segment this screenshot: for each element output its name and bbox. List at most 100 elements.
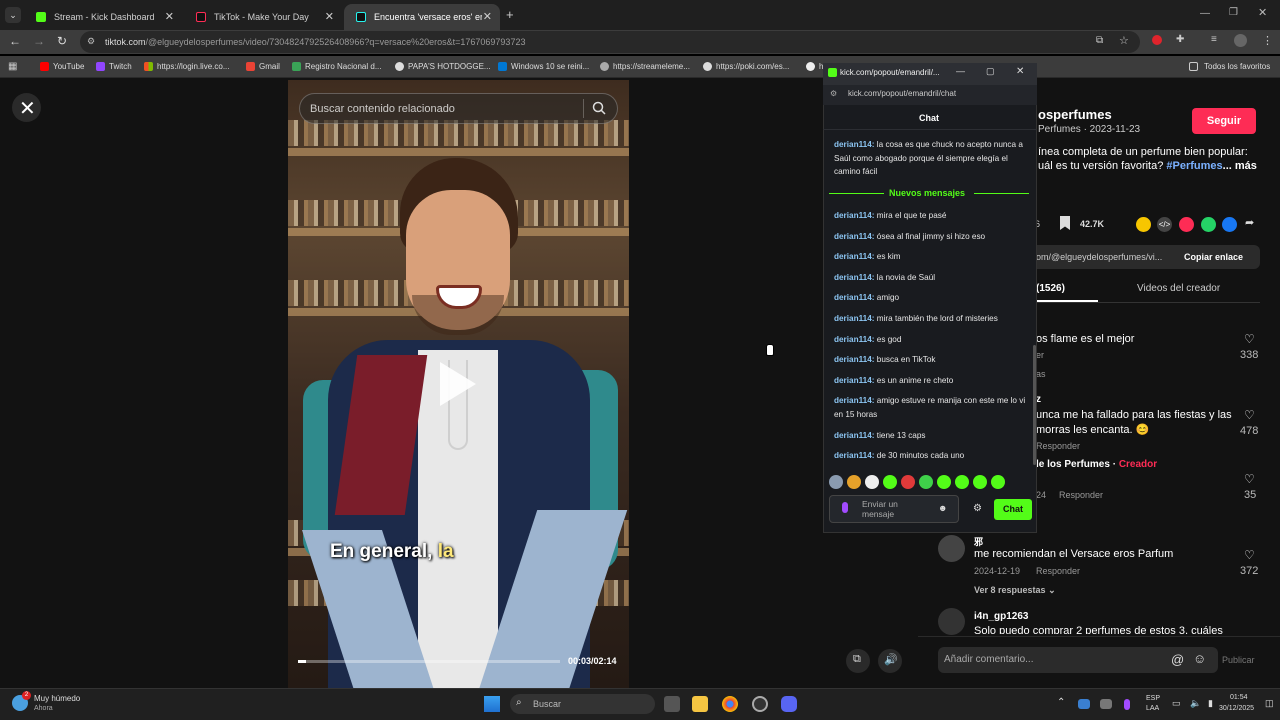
minimize-window-icon[interactable]: — [956,66,965,76]
close-window-icon[interactable]: ✕ [1016,66,1024,77]
chat-username[interactable]: derian114: [834,232,875,241]
reply-button[interactable]: Responder [1036,566,1080,576]
bookmark-login-live[interactable]: https://login.live.co... [157,62,229,71]
chat-username[interactable]: derian114: [834,376,875,385]
reply-button[interactable]: Responder [1059,490,1103,500]
emote-icon[interactable] [991,475,1005,489]
close-tab-icon[interactable]: ✕ [165,10,174,23]
like-heart-icon[interactable]: ♡ [1244,332,1255,346]
reply-button[interactable]: Responder [1036,441,1080,451]
chat-username[interactable]: derian114: [834,396,875,405]
reload-icon[interactable]: ↻ [57,34,67,48]
clock-date[interactable]: 30/12/2025 [1219,705,1254,712]
chat-username[interactable]: derian114: [834,252,875,261]
onedrive-icon[interactable] [1078,699,1090,709]
emote-icon[interactable] [937,475,951,489]
sync-icon[interactable] [1100,699,1112,709]
coin-icon[interactable] [1136,217,1151,232]
chat-username[interactable]: derian114: [834,314,875,323]
chat-username[interactable]: derian114: [834,355,875,364]
emote-icon[interactable] [865,475,879,489]
extensions-puzzle-icon[interactable]: ✚ [1176,34,1184,45]
bookmark-streamelements[interactable]: https://streameleme... [613,62,690,71]
tab-creator-videos[interactable]: Videos del creador [1137,283,1220,294]
mention-icon[interactable]: @ [1171,652,1184,667]
task-view-icon[interactable] [664,696,680,712]
network-icon[interactable]: ▭ [1172,698,1181,709]
new-tab-button[interactable]: + [506,7,514,22]
picture-in-picture-button[interactable]: ⧉ [846,649,870,673]
discord-icon[interactable] [781,696,797,712]
like-heart-icon[interactable]: ♡ [1244,408,1255,422]
hashtag-link[interactable]: #Perfumes [1166,160,1222,172]
close-tab-icon[interactable]: ✕ [483,10,492,23]
extension-icon[interactable] [1152,35,1162,45]
emote-icon[interactable] [973,475,987,489]
install-icon[interactable]: ⧉ [1096,35,1103,46]
battery-icon[interactable]: ▮ [1208,698,1213,709]
minimize-window-icon[interactable]: — [1200,8,1210,19]
windows-start-icon[interactable] [484,696,500,712]
volume-icon[interactable]: 🔈 [1190,698,1201,709]
video-player[interactable] [288,80,629,688]
emote-icon[interactable] [847,475,861,489]
apps-grid-icon[interactable]: ▦ [8,61,17,72]
bookmark-poki[interactable]: https://poki.com/es... [716,62,789,71]
chat-username[interactable]: derian114: [834,293,875,302]
chat-username[interactable]: derian114: [834,335,875,344]
comment-user[interactable]: le los Perfumes · Creador [1036,459,1157,470]
media-icon[interactable]: ≡ [1211,34,1217,45]
microphone-icon[interactable] [1124,699,1130,710]
follow-button[interactable]: Seguir [1192,108,1256,134]
publish-button[interactable]: Publicar [1222,655,1255,665]
close-video-button[interactable]: ✕ [12,93,41,122]
menu-icon[interactable]: ⋮ [1262,34,1273,47]
bookmark-youtube[interactable]: YouTube [53,62,84,71]
chat-username[interactable]: derian114: [834,211,875,220]
chat-username[interactable]: derian114: [834,431,875,440]
send-chat-button[interactable]: Chat [994,499,1032,520]
bookmark-papas[interactable]: PAPA'S HOTDOGGE... [408,62,491,71]
comment-user[interactable]: i4n_gp1263 [974,611,1028,622]
taskbar-search[interactable] [510,694,655,714]
chat-scrollbar[interactable] [1033,345,1036,465]
video-progress-bar[interactable] [298,660,560,663]
bookmark-windows[interactable]: Windows 10 se reini... [511,62,589,71]
comment-user[interactable]: 邪 [974,535,983,548]
facebook-icon[interactable] [1222,217,1237,232]
profile-avatar[interactable] [1234,34,1247,47]
tab-kick-dashboard[interactable]: Stream - Kick Dashboard ✕ [24,4,182,30]
tab-tiktok-search[interactable]: Encuentra 'versace eros' en Tik ✕ [344,4,500,30]
volume-button[interactable]: 🔊 [878,649,902,673]
language-indicator[interactable]: ESP [1146,695,1160,702]
bookmark-gmail[interactable]: Gmail [259,62,280,71]
emoji-icon[interactable]: ☺ [1193,651,1206,666]
tab-search-button[interactable]: ⌄ [5,7,21,23]
chat-username[interactable]: derian114: [834,140,875,149]
chat-username[interactable]: derian114: [834,451,875,460]
bookmark-twitch[interactable]: Twitch [109,62,132,71]
bookmark-all-favorites[interactable]: Todos los favoritos [1204,62,1270,71]
view-replies-button[interactable]: Ver 8 respuestas ⌄ [974,585,1056,596]
maximize-window-icon[interactable]: ❐ [1229,7,1238,18]
more-link[interactable]: ... más [1223,160,1257,172]
like-heart-icon[interactable]: ♡ [1244,472,1255,486]
avatar[interactable] [938,608,965,635]
microphone-icon[interactable] [842,502,848,513]
tab-tiktok-home[interactable]: TikTok - Make Your Day ✕ [184,4,342,30]
chevron-up-icon[interactable]: ⌃ [1057,697,1065,708]
back-icon[interactable]: ← [9,34,21,48]
author-name[interactable]: osperfumes [1038,107,1112,122]
close-window-icon[interactable]: ✕ [1258,6,1267,19]
emote-icon[interactable] [883,475,897,489]
file-explorer-icon[interactable] [692,696,708,712]
obs-icon[interactable] [752,696,768,712]
play-icon[interactable] [440,362,476,406]
copy-link-button[interactable]: Copiar enlace [1184,252,1243,262]
maximize-window-icon[interactable]: ▢ [986,66,995,77]
embed-icon[interactable]: </> [1157,217,1172,232]
notifications-icon[interactable]: ◫ [1265,698,1274,709]
share-arrow-icon[interactable]: ➦ [1245,216,1254,229]
tab-comments[interactable]: (1526) [1036,283,1065,294]
gear-icon[interactable]: ⚙ [973,503,982,514]
